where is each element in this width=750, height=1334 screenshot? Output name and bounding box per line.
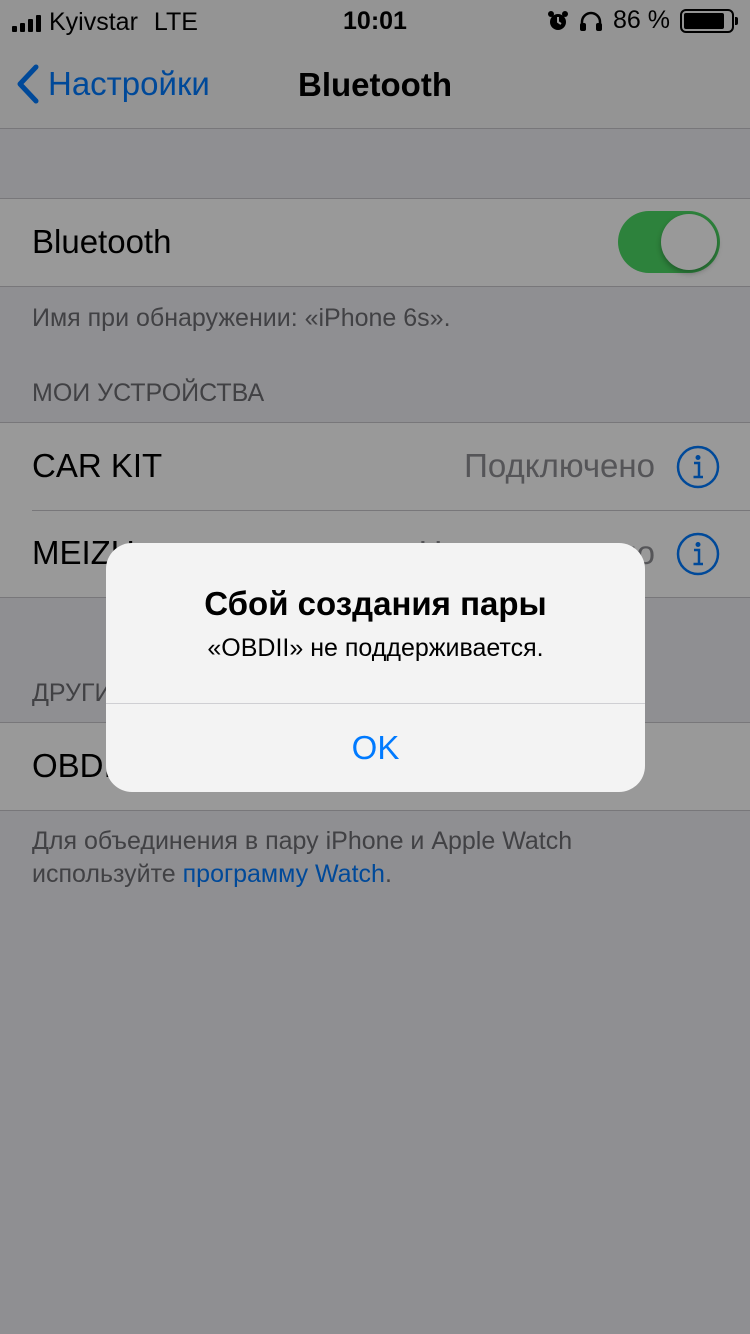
ok-button[interactable]: OK xyxy=(106,704,645,792)
alert-title: Сбой создания пары xyxy=(204,585,547,622)
alert-message: «OBDII» не поддерживается. xyxy=(207,634,544,662)
pairing-error-alert: Сбой создания пары «OBDII» не поддержива… xyxy=(106,543,645,792)
